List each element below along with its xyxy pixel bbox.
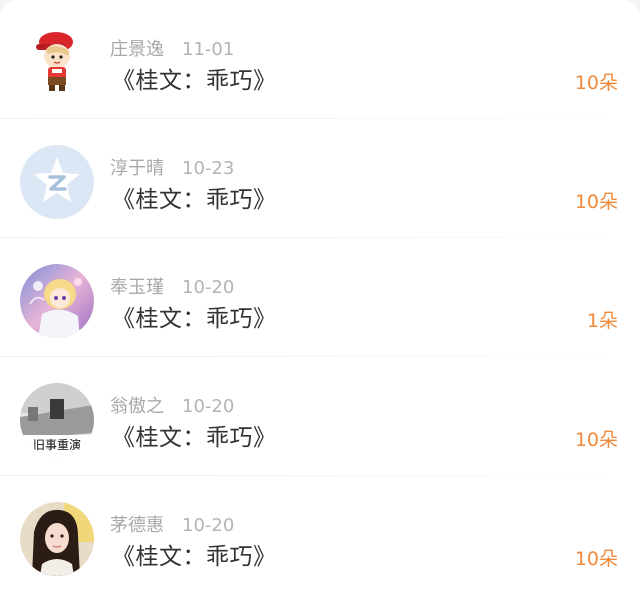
portrait-photo-avatar-icon [20,502,94,576]
list-item[interactable]: 旧事重演 翁傲之 10-20 《桂文：乖巧》 10朵 [0,357,640,476]
avatar[interactable] [20,22,94,96]
book-title: 《桂文：乖巧》 [112,68,277,94]
book-title: 《桂文：乖巧》 [112,425,277,451]
grayscale-photo-avatar-icon: 旧事重演 [20,383,94,457]
list-item[interactable]: 庄景逸 11-01 《桂文：乖巧》 10朵 [0,0,640,119]
gift-date: 10-20 [182,277,235,298]
flower-count: 10朵 [574,72,618,94]
sender-name: 淳于晴 [110,158,164,179]
gift-record-list: 庄景逸 11-01 《桂文：乖巧》 10朵 淳于晴 10-23 《桂文：乖巧》 10… [0,0,640,595]
avatar-caption: 旧事重演 [33,437,81,452]
sender-name: 奉玉瑾 [110,277,164,298]
list-item[interactable]: 淳于晴 10-23 《桂文：乖巧》 10朵 [0,119,640,238]
gift-date: 10-23 [182,158,235,179]
anime-girl-avatar-icon [20,264,94,338]
avatar[interactable]: 旧事重演 [20,383,94,457]
flower-count: 10朵 [574,191,618,213]
sender-name: 翁傲之 [110,396,164,417]
avatar[interactable] [20,145,94,219]
sender-name: 茅德惠 [110,515,164,536]
sender-meta: 奉玉瑾 10-20 [110,273,235,298]
sender-meta: 淳于晴 10-23 [110,154,235,179]
gift-date: 10-20 [182,396,235,417]
cartoon-boy-avatar-icon [20,22,94,96]
avatar[interactable] [20,502,94,576]
sender-name: 庄景逸 [110,39,164,60]
sender-meta: 庄景逸 11-01 [110,35,235,60]
flower-count: 10朵 [574,429,618,451]
avatar[interactable] [20,264,94,338]
flower-count: 10朵 [574,548,618,570]
default-star-avatar-icon [20,145,94,219]
gift-date: 11-01 [182,39,235,60]
book-title: 《桂文：乖巧》 [112,187,277,213]
list-item[interactable]: 奉玉瑾 10-20 《桂文：乖巧》 1朵 [0,238,640,357]
book-title: 《桂文：乖巧》 [112,306,277,332]
gift-date: 10-20 [182,515,235,536]
flower-count: 1朵 [586,310,618,332]
list-item[interactable]: 茅德惠 10-20 《桂文：乖巧》 10朵 [0,476,640,595]
sender-meta: 茅德惠 10-20 [110,511,235,536]
sender-meta: 翁傲之 10-20 [110,392,235,417]
book-title: 《桂文：乖巧》 [112,544,277,570]
